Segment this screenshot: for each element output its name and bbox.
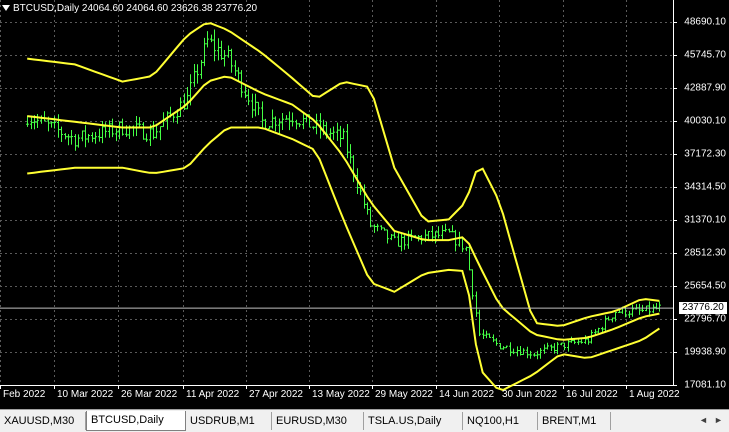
price-label: 22796.70 xyxy=(684,313,726,325)
chart-tab[interactable]: EURUSD,M30 xyxy=(272,412,364,430)
chart-title-text: BTCUSD,Daily 24064.60 24064.60 23626.38 … xyxy=(13,3,258,14)
scroll-left-icon[interactable]: ◄ xyxy=(699,415,708,425)
price-label: 37172.30 xyxy=(684,148,726,160)
price-label: 40030.10 xyxy=(684,115,726,127)
chart-tab[interactable]: NQ100,H1 xyxy=(463,412,538,430)
price-label: 34314.50 xyxy=(684,181,726,193)
bollinger-upper-line xyxy=(27,22,660,327)
date-label: 29 May 2022 xyxy=(375,389,433,400)
bollinger-lower-line xyxy=(27,126,660,392)
price-label: 45745.70 xyxy=(684,49,726,61)
chart-tab-bar: XAUUSD,M30 BTCUSD,Daily USDRUB,M1 EURUSD,M3… xyxy=(0,409,729,432)
chart-window[interactable]: BTCUSD,Daily 24064.60 24064.60 23626.38 … xyxy=(0,0,729,409)
date-label: 10 Mar 2022 xyxy=(57,389,114,400)
price-label: 25654.50 xyxy=(684,280,726,292)
price-label: 42887.90 xyxy=(684,82,726,94)
date-label: 30 Jun 2022 xyxy=(502,389,558,400)
bollinger-middle-line xyxy=(27,75,660,341)
date-label: 1 Aug 2022 xyxy=(629,389,680,400)
date-label: 16 Jul 2022 xyxy=(566,389,618,400)
date-label: 14 Jun 2022 xyxy=(439,389,495,400)
chart-title: BTCUSD,Daily 24064.60 24064.60 23626.38 … xyxy=(2,3,257,14)
chart-tab[interactable]: BRENT,M1 xyxy=(538,412,611,430)
scroll-right-icon[interactable]: ► xyxy=(714,415,723,425)
chart-tab[interactable]: BTCUSD,Daily xyxy=(86,411,186,431)
chart-tab[interactable]: TSLA.US,Daily xyxy=(364,412,463,430)
date-label: Feb 2022 xyxy=(3,389,46,400)
price-label: 28512.30 xyxy=(684,247,726,259)
date-label: 13 May 2022 xyxy=(312,389,370,400)
date-label: 26 Mar 2022 xyxy=(121,389,178,400)
price-label: 31370.10 xyxy=(684,214,726,226)
chart-tab[interactable]: USDRUB,M1 xyxy=(186,412,272,430)
price-label: 17081.10 xyxy=(684,379,726,391)
date-label: 11 Apr 2022 xyxy=(186,389,240,400)
price-label: 19938.90 xyxy=(684,346,726,358)
chart-tab[interactable]: XAUUSD,M30 xyxy=(0,412,86,430)
price-label: 48690.10 xyxy=(684,16,726,28)
price-chart[interactable] xyxy=(0,0,729,409)
date-label: 27 Apr 2022 xyxy=(249,389,303,400)
chart-menu-icon[interactable] xyxy=(2,5,10,12)
current-price-label: 23776.20 xyxy=(679,302,727,315)
